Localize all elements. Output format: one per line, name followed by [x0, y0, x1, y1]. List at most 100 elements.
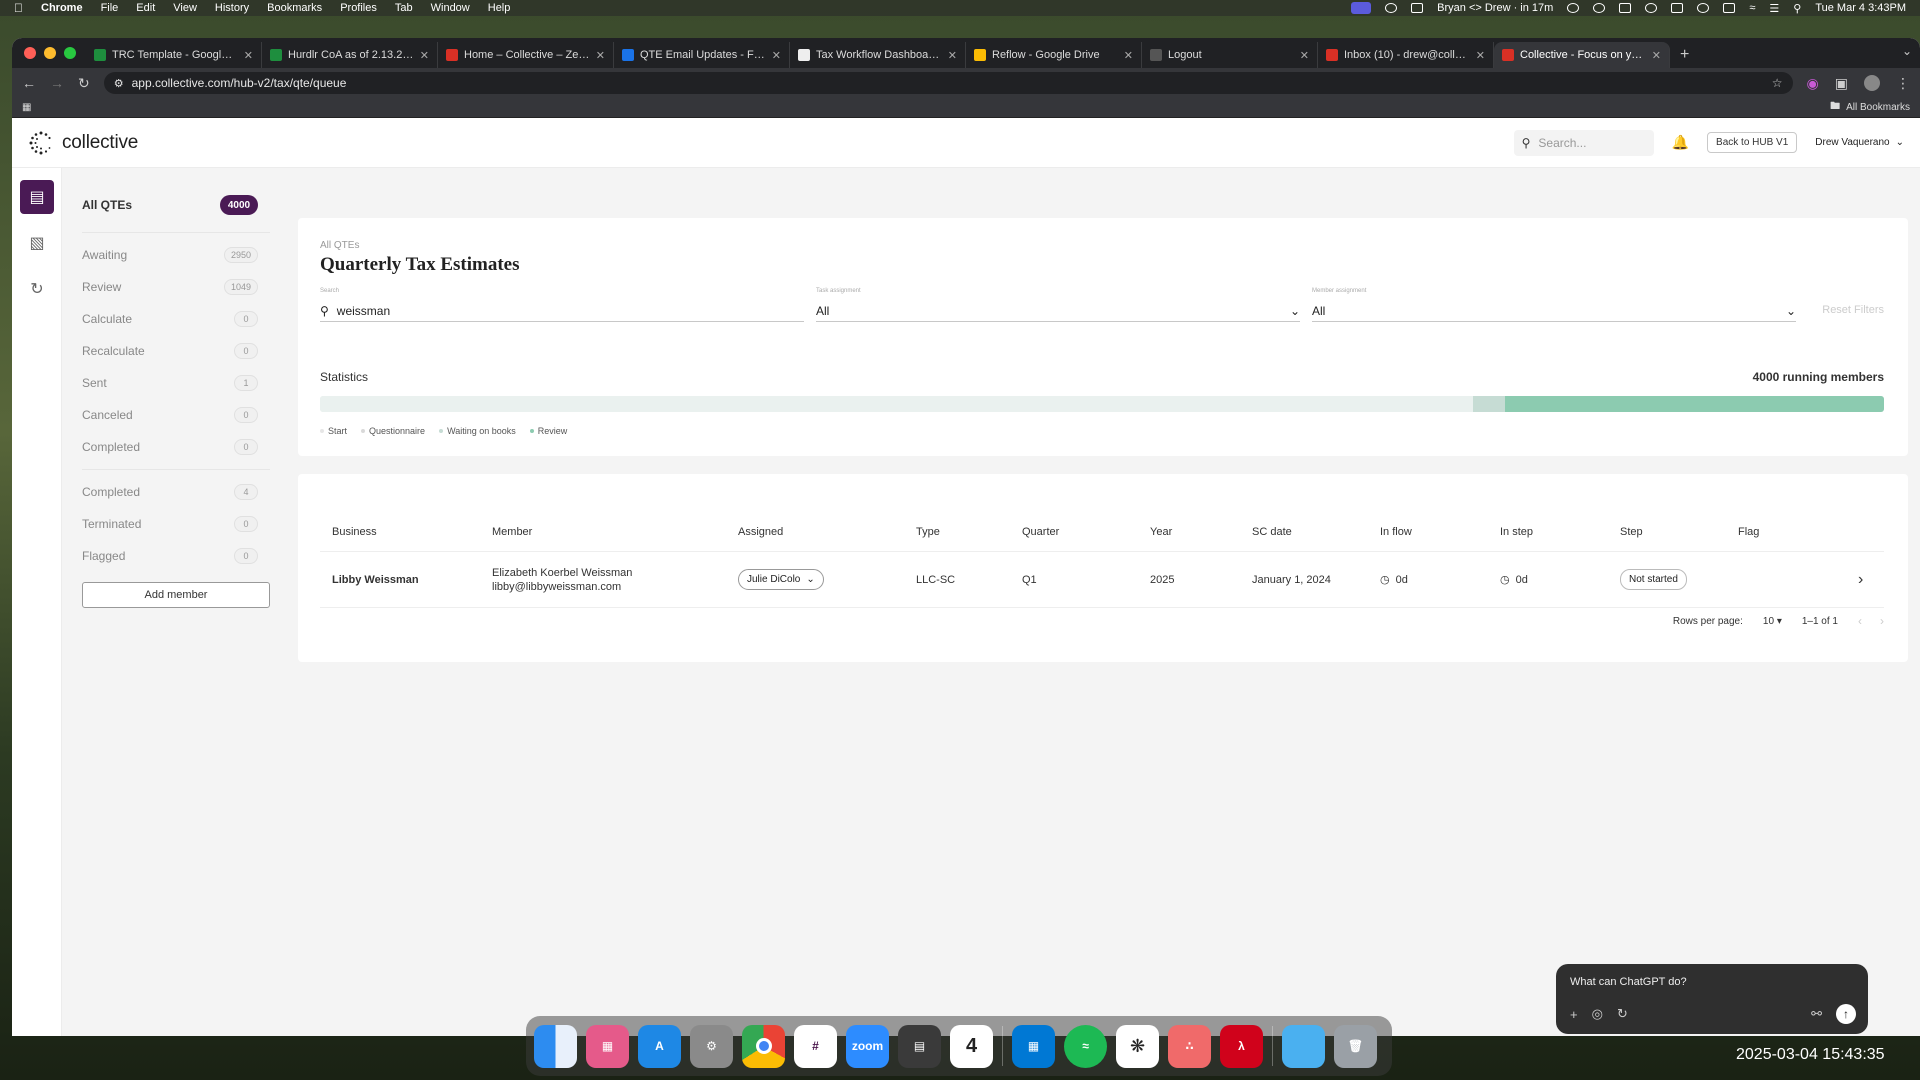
chrome-icon[interactable]	[742, 1024, 785, 1068]
menu-profiles[interactable]: Profiles	[340, 2, 377, 14]
nav-item-calculate[interactable]: Calculate 0	[72, 303, 272, 335]
back-to-hub-button[interactable]: Back to HUB V1	[1707, 132, 1798, 153]
table-row[interactable]: Libby Weissman Elizabeth Koerbel Weissma…	[320, 552, 1884, 608]
close-tab-icon[interactable]: ✕	[420, 49, 429, 62]
chatgpt-input[interactable]: What can ChatGPT do?	[1570, 976, 1854, 988]
profile-avatar[interactable]	[1864, 75, 1880, 91]
site-info-icon[interactable]: ⚙	[114, 77, 124, 90]
extensions-puzzle-icon[interactable]: ▣	[1835, 75, 1848, 92]
nav-item-terminated[interactable]: Terminated 0	[72, 508, 272, 540]
app-store-icon[interactable]: A	[638, 1024, 681, 1068]
close-tab-icon[interactable]: ✕	[772, 49, 781, 62]
nav-item-review[interactable]: Review 1049	[72, 271, 272, 303]
apps-grid-icon[interactable]: ▦	[22, 102, 31, 113]
status-icon[interactable]	[1593, 3, 1606, 13]
launchpad-icon[interactable]: ▦	[586, 1024, 629, 1068]
spotlight-icon[interactable]: ⚲	[1793, 2, 1801, 15]
menu-bookmarks[interactable]: Bookmarks	[267, 2, 322, 14]
menu-tab[interactable]: Tab	[395, 2, 413, 14]
column-header[interactable]: In step	[1500, 526, 1533, 538]
status-icon[interactable]	[1385, 3, 1398, 13]
all-bookmarks[interactable]: 🖿 All Bookmarks	[1830, 99, 1910, 116]
plus-icon[interactable]: +	[1570, 1007, 1578, 1022]
collective-logo[interactable]: collective	[28, 130, 138, 156]
control-center-icon[interactable]: ☰	[1769, 2, 1779, 15]
assignee-select[interactable]: Julie DiColo ⌄	[738, 569, 824, 590]
grid-icon[interactable]	[1619, 3, 1632, 13]
calendar-icon[interactable]: 4	[950, 1024, 993, 1068]
system-settings-icon[interactable]: ⚙	[690, 1024, 733, 1068]
chrome-menu-icon[interactable]: ⋮	[1896, 75, 1910, 92]
prev-page-icon[interactable]: ‹	[1858, 614, 1862, 628]
nav-item-completed[interactable]: Completed 0	[72, 431, 272, 463]
spotify-icon[interactable]: ≈	[1064, 1024, 1107, 1068]
nav-item-flagged[interactable]: Flagged 0	[72, 540, 272, 572]
nav-item-awaiting[interactable]: Awaiting 2950	[72, 239, 272, 271]
reset-filters-button[interactable]: Reset Filters	[1822, 304, 1884, 316]
menu-file[interactable]: File	[101, 2, 119, 14]
status-icon[interactable]	[1645, 3, 1658, 13]
globe-icon[interactable]: ◎	[1592, 1006, 1603, 1022]
forward-icon[interactable]: →	[50, 75, 64, 91]
downloads-folder-icon[interactable]	[1282, 1024, 1325, 1068]
zoom-icon[interactable]: zoom	[846, 1024, 889, 1068]
slack-icon[interactable]: #	[794, 1024, 837, 1068]
trash-icon[interactable]: 🗑	[1334, 1024, 1377, 1068]
nav-item-canceled[interactable]: Canceled 0	[72, 399, 272, 431]
column-header[interactable]: Step	[1620, 526, 1643, 538]
menu-history[interactable]: History	[215, 2, 249, 14]
apple-icon[interactable]: 	[14, 1, 23, 15]
bell-icon[interactable]: 🔔	[1672, 134, 1689, 151]
send-icon[interactable]: ↑	[1836, 1004, 1856, 1024]
status-icon[interactable]	[1411, 3, 1424, 13]
close-tab-icon[interactable]: ✕	[244, 49, 253, 62]
browser-tab[interactable]: Collective - Focus on your pa ✕	[1494, 42, 1670, 68]
extension-icon[interactable]: ◉	[1807, 75, 1819, 92]
header-search-input[interactable]: ⚲ Search...	[1513, 129, 1654, 156]
menu-app-name[interactable]: Chrome	[41, 2, 83, 14]
task-assignment-select[interactable]: Task assignment All ⌄	[816, 288, 1300, 322]
close-tab-icon[interactable]: ✕	[596, 49, 605, 62]
column-header[interactable]: Business	[332, 526, 377, 538]
browser-tab[interactable]: QTE Email Updates - Feb 202 ✕	[614, 42, 790, 68]
rail-refresh-button[interactable]: ↻	[20, 272, 54, 306]
close-tab-icon[interactable]: ✕	[1300, 49, 1309, 62]
column-header[interactable]: Member	[492, 526, 532, 538]
breadcrumb[interactable]: All QTEs	[320, 240, 359, 251]
finder-icon[interactable]	[534, 1024, 577, 1068]
column-header[interactable]: Type	[916, 526, 940, 538]
acrobat-icon[interactable]: λ	[1220, 1024, 1263, 1068]
browser-tab[interactable]: TRC Template - Google Shee ✕	[86, 42, 262, 68]
close-tab-icon[interactable]: ✕	[1124, 49, 1133, 62]
column-header[interactable]: SC date	[1252, 526, 1292, 538]
column-header[interactable]: Quarter	[1022, 526, 1059, 538]
chevron-right-icon[interactable]: ›	[1858, 571, 1863, 589]
microphone-icon[interactable]: ⚯	[1811, 1006, 1822, 1022]
close-window-button[interactable]	[24, 47, 36, 59]
bookmark-star-icon[interactable]: ☆	[1772, 76, 1783, 90]
meeting-reminder[interactable]: Bryan <> Drew · in 17m	[1437, 2, 1553, 14]
user-menu[interactable]: Drew Vaquerano ⌄	[1815, 137, 1904, 148]
column-header[interactable]: Flag	[1738, 526, 1759, 538]
minimize-window-button[interactable]	[44, 47, 56, 59]
nav-item-completed[interactable]: Completed 4	[72, 476, 272, 508]
browser-tab[interactable]: Reflow - Google Drive ✕	[966, 42, 1142, 68]
status-icon[interactable]	[1697, 3, 1710, 13]
column-header[interactable]: In flow	[1380, 526, 1412, 538]
browser-tab[interactable]: Tax Workflow Dashboard 202 ✕	[790, 42, 966, 68]
close-tab-icon[interactable]: ✕	[1476, 49, 1485, 62]
nav-item-all-qtes[interactable]: All QTEs 4000	[72, 184, 272, 226]
url-text[interactable]: app.collective.com/hub-v2/tax/qte/queue	[132, 76, 347, 90]
close-tab-icon[interactable]: ✕	[948, 49, 957, 62]
browser-tab[interactable]: Hurdlr CoA as of 2.13.25 - Go ✕	[262, 42, 438, 68]
tab-search-icon[interactable]: ⌄	[1902, 44, 1912, 58]
nav-item-sent[interactable]: Sent 1	[72, 367, 272, 399]
column-header[interactable]: Assigned	[738, 526, 783, 538]
search-input[interactable]: weissman	[337, 304, 390, 318]
status-icon[interactable]	[1671, 3, 1684, 13]
column-header[interactable]: Year	[1150, 526, 1172, 538]
menubar-clock[interactable]: Tue Mar 4 3:43PM	[1815, 2, 1906, 14]
browser-tab[interactable]: Home – Collective – Zendesk ✕	[438, 42, 614, 68]
new-tab-button[interactable]: +	[1670, 42, 1699, 68]
nav-item-recalculate[interactable]: Recalculate 0	[72, 335, 272, 367]
